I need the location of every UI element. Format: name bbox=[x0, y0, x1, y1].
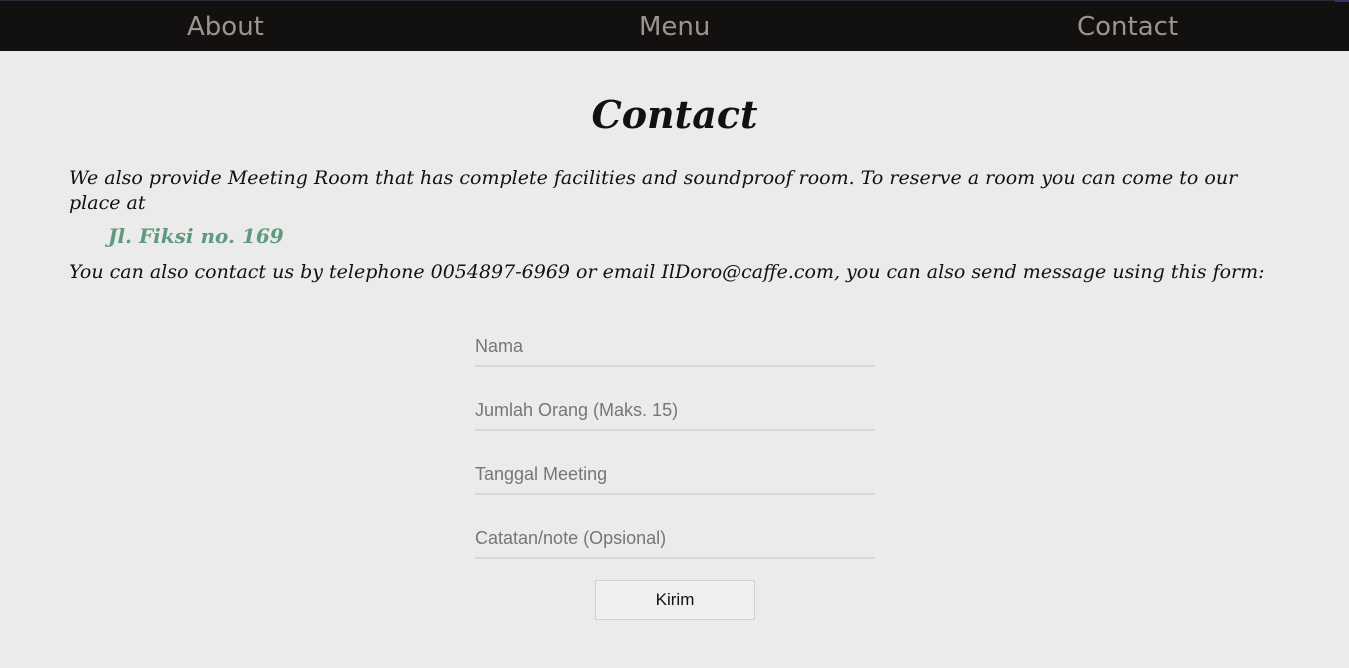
nav-link-menu[interactable]: Menu bbox=[639, 1, 710, 51]
page-title: Contact bbox=[591, 92, 758, 137]
meeting-date-input[interactable] bbox=[475, 455, 875, 495]
nav-accent-line bbox=[1335, 0, 1349, 2]
contact-info-text: You can also contact us by telephone 005… bbox=[69, 261, 1265, 283]
note-input[interactable] bbox=[475, 519, 875, 559]
top-navigation-bar: About Menu Contact bbox=[0, 0, 1349, 51]
name-input[interactable] bbox=[475, 327, 875, 367]
address-text: Jl. Fiksi no. 169 bbox=[108, 224, 284, 248]
submit-button[interactable]: Kirim bbox=[595, 580, 755, 620]
people-count-input[interactable] bbox=[475, 391, 875, 431]
meeting-room-intro: We also provide Meeting Room that has co… bbox=[69, 167, 1238, 214]
nav-link-about[interactable]: About bbox=[187, 1, 264, 51]
nav-link-contact[interactable]: Contact bbox=[1077, 1, 1178, 51]
